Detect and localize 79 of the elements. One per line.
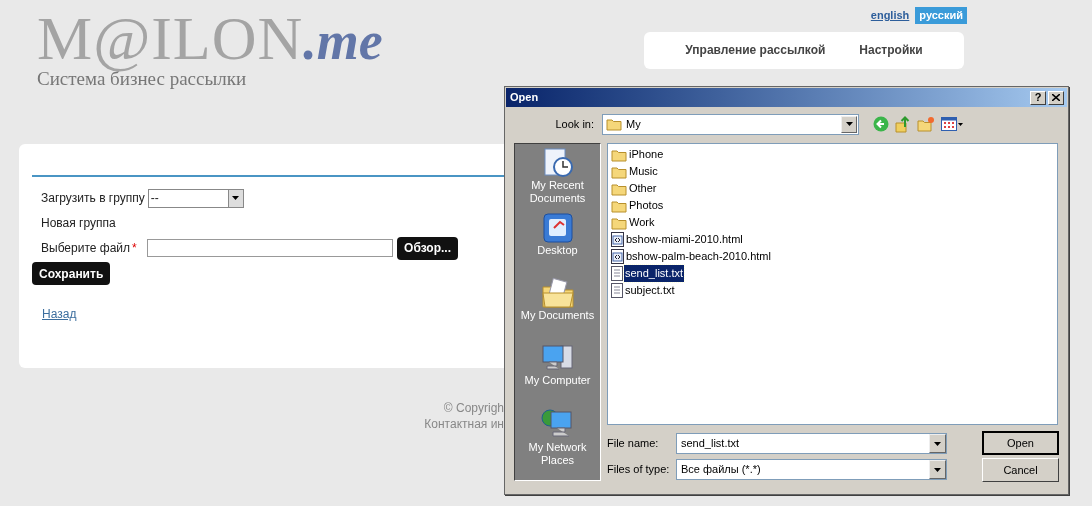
dialog-button[interactable]: Cancel [982, 458, 1059, 482]
place-item[interactable]: My Documents [515, 277, 600, 339]
logo-suffix: .me [303, 11, 383, 71]
dialog-button[interactable]: Open [982, 431, 1059, 455]
place-label: Desktop [537, 244, 578, 257]
place-label: My Network Places [527, 441, 588, 467]
file-item[interactable]: subject.txt [611, 282, 1057, 299]
folder-icon [611, 215, 627, 230]
file-item[interactable]: bshow-palm-beach-2010.html [611, 248, 1057, 265]
place-label: My Recent Documents [528, 179, 587, 205]
file-type-label: Files of type: [607, 462, 671, 478]
caret-icon [934, 441, 941, 446]
file-name-label: File name: [607, 436, 660, 452]
file-name: Other [628, 181, 658, 197]
file-item[interactable]: send_list.txt [611, 265, 1057, 282]
place-item[interactable]: My Recent Documents [515, 147, 600, 209]
file-item[interactable]: Music [611, 163, 1057, 180]
select-value: -- [149, 189, 160, 207]
place-item[interactable]: Desktop [515, 212, 600, 274]
close-icon [1052, 94, 1060, 101]
file-name-field[interactable]: send_list.txt [676, 433, 947, 454]
file-name: Photos [628, 198, 665, 214]
document-icon [611, 283, 623, 298]
web-page-icon [611, 249, 624, 264]
footer-text: Контактная ин [424, 416, 504, 432]
file-item[interactable]: Other [611, 180, 1057, 197]
caret-icon [232, 196, 240, 200]
dialog-title: Open [510, 90, 539, 106]
browse-button[interactable]: Обзор... [397, 236, 458, 260]
close-button[interactable] [1048, 90, 1064, 105]
help-button[interactable]: ? [1030, 90, 1046, 105]
file-name: send_list.txt [624, 265, 685, 282]
field-value: Все файлы (*.*) [680, 462, 762, 478]
folder-icon [611, 164, 627, 179]
file-type-select[interactable]: Все файлы (*.*) [676, 459, 947, 480]
document-icon [611, 266, 623, 281]
folder-icon [611, 181, 627, 196]
file-item[interactable]: bshow-miami-2010.html [611, 231, 1057, 248]
back-link[interactable]: Назад [42, 307, 77, 321]
save-button[interactable]: Сохранить [32, 262, 111, 285]
file-name: bshow-palm-beach-2010.html [625, 249, 772, 265]
place-label: My Documents [520, 309, 595, 322]
file-item[interactable]: Work [611, 214, 1057, 231]
file-name: Music [628, 164, 659, 180]
file-item[interactable]: iPhone [611, 146, 1057, 163]
footer-text: © Copyrigh [443, 400, 504, 416]
web-page-icon [611, 232, 624, 247]
caret-icon [845, 122, 853, 126]
language-link[interactable]: english [866, 7, 914, 24]
look-in-value: My [625, 116, 642, 132]
folder-icon [606, 117, 622, 131]
folder-icon [611, 198, 627, 213]
nav-link[interactable]: Управление рассылкой [685, 41, 826, 59]
field-value: send_list.txt [680, 436, 741, 452]
file-name: iPhone [628, 147, 665, 163]
desktop-icon [541, 212, 574, 244]
file-item[interactable]: Photos [611, 197, 1057, 214]
group-select[interactable]: -- [147, 188, 244, 208]
views-menu-button[interactable] [941, 117, 963, 131]
nav-link[interactable]: Настройки [859, 41, 923, 59]
folder-icon [611, 147, 627, 162]
field-label: Выберите файл [41, 240, 131, 257]
place-item[interactable]: My Computer [515, 342, 600, 404]
place-label: My Computer [524, 374, 591, 387]
grid-view-icon [941, 117, 957, 131]
file-name: Work [628, 215, 656, 231]
file-name: subject.txt [624, 283, 676, 299]
dropdown-arrow-button[interactable] [227, 189, 243, 207]
place-item[interactable]: My Network Places [515, 407, 600, 469]
caret-icon [958, 122, 963, 126]
required-mark: * [132, 240, 138, 257]
file-path-field[interactable] [147, 239, 394, 257]
field-label: Загрузить в группу [41, 190, 145, 207]
folder-documents-icon [540, 277, 575, 309]
look-in-label: Look in: [554, 116, 595, 132]
look-in-select[interactable]: My [602, 113, 859, 135]
caret-icon [934, 467, 941, 472]
field-label: Новая группа [41, 215, 116, 232]
file-name: bshow-miami-2010.html [625, 232, 744, 248]
